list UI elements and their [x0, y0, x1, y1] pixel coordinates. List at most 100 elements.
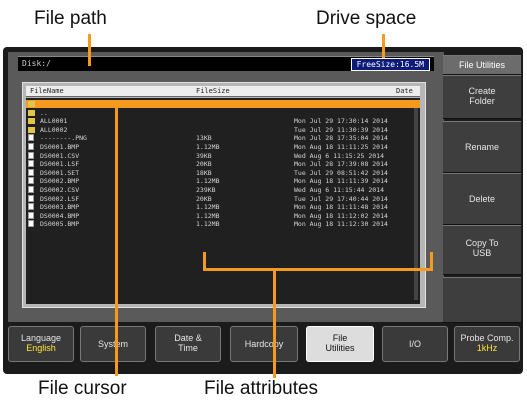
- file-date: Tue Jul 29 11:30:39 2014: [294, 125, 388, 134]
- file-row[interactable]: ..: [26, 109, 420, 117]
- file-icon: [28, 134, 34, 142]
- file-list-panel: FileName FileSize Date .. ALL0001 Mon Jul …: [22, 82, 426, 308]
- file-name: DS0002.LSF: [40, 194, 80, 203]
- bottom-menu: Language English System Date & Time Hard…: [8, 326, 520, 364]
- copy-to-usb-button[interactable]: Copy To USB: [443, 225, 521, 275]
- folder-icon: [28, 101, 35, 107]
- file-name: DS0002.CSV: [40, 186, 80, 194]
- file-icon: [28, 151, 34, 159]
- file-cursor-callout: File cursor: [38, 378, 127, 399]
- io-button[interactable]: I/O: [382, 326, 448, 362]
- file-icon: [28, 211, 34, 219]
- file-name: DS0004.BMP: [40, 211, 80, 220]
- file-path-leader: [88, 34, 91, 66]
- file-name: ..: [40, 108, 48, 117]
- file-row[interactable]: DS0001.BMP 1.12MB Mon Aug 18 11:11:25 2014: [26, 143, 420, 151]
- folder-icon: [28, 126, 35, 133]
- file-path-text: Disk:/: [22, 59, 51, 68]
- delete-button[interactable]: Delete: [443, 173, 521, 225]
- file-name: DS0001.LSF: [40, 160, 80, 169]
- file-name: DS0001.CSV: [40, 151, 80, 160]
- file-size: 1.12MB: [196, 143, 220, 151]
- file-row[interactable]: DS0001.LSF 20KB Mon Jul 28 17:39:08 2014: [26, 160, 420, 168]
- file-row[interactable]: DS0003.BMP 1.12MB Mon Aug 18 11:11:48 2014: [26, 203, 420, 211]
- file-size: 1.12MB: [196, 220, 220, 229]
- date-time-label-1: Date &: [174, 333, 202, 343]
- file-browser-screen: Disk:/ FreeSize:16.5M FileName FileSize …: [8, 52, 446, 358]
- hardcopy-label: Hardcopy: [244, 339, 284, 349]
- free-size-badge: FreeSize:16.5M: [350, 58, 430, 71]
- language-button[interactable]: Language English: [8, 326, 74, 362]
- file-path-callout: File path: [34, 8, 107, 29]
- file-date: Tue Jul 29 17:40:44 2014: [294, 194, 388, 203]
- delete-label: Delete: [468, 194, 495, 204]
- file-name: DS0001.SET: [40, 168, 80, 177]
- file-icon: [28, 160, 34, 168]
- file-size: 20KB: [196, 194, 212, 203]
- file-row[interactable]: DS0005.BMP 1.12MB Mon Aug 18 11:12:30 2014: [26, 220, 420, 228]
- file-attributes-bracket-bottom: [203, 268, 433, 271]
- file-date: Mon Aug 18 11:12:30 2014: [294, 220, 388, 229]
- rename-button[interactable]: Rename: [443, 121, 521, 173]
- file-icon: [28, 194, 34, 202]
- file-utilities-label-1: File: [332, 333, 348, 343]
- header-filename: FileName: [30, 87, 64, 95]
- copy-to-usb-label-2: USB: [472, 248, 492, 258]
- file-name: DS0001.BMP: [40, 143, 80, 151]
- date-time-label-2: Time: [178, 343, 198, 353]
- file-date: Wed Aug 6 11:15:25 2014: [294, 151, 385, 160]
- file-row[interactable]: DS0004.BMP 1.12MB Mon Aug 18 11:12:02 2014: [26, 211, 420, 220]
- file-list-header: FileName FileSize Date: [26, 86, 420, 97]
- path-bar: Disk:/ FreeSize:16.5M: [18, 56, 434, 71]
- file-size: 20KB: [196, 160, 212, 169]
- folder-icon: [28, 118, 35, 125]
- file-date: Mon Aug 18 11:11:48 2014: [294, 203, 388, 212]
- file-date: Tue Jul 29 08:51:42 2014: [294, 168, 388, 177]
- file-row[interactable]: ALL0002 Tue Jul 29 11:30:39 2014: [26, 126, 420, 134]
- file-icon: [28, 177, 34, 185]
- file-size: 13KB: [196, 134, 212, 143]
- date-time-button[interactable]: Date & Time: [155, 326, 221, 362]
- file-row[interactable]: ALL0001 Mon Jul 29 17:30:14 2014: [26, 117, 420, 125]
- file-row[interactable]: DS0002.LSF 20KB Tue Jul 29 17:40:44 2014: [26, 194, 420, 203]
- file-utilities-tab[interactable]: File Utilities: [306, 326, 374, 362]
- probe-comp-value: 1kHz: [476, 343, 498, 353]
- language-label: Language: [20, 333, 62, 343]
- file-date: Mon Aug 18 11:12:02 2014: [294, 211, 388, 220]
- drive-space-callout: Drive space: [316, 8, 417, 29]
- file-name: DS0002.BMP: [40, 177, 80, 186]
- file-row[interactable]: [26, 100, 420, 108]
- side-menu-title: File Utilities: [443, 55, 521, 75]
- hardcopy-button[interactable]: Hardcopy: [230, 326, 298, 362]
- language-value: English: [26, 343, 56, 353]
- file-attributes-leader: [273, 270, 276, 378]
- file-row[interactable]: DS0002.BMP 1.12MB Mon Aug 18 11:11:39 2014: [26, 177, 420, 185]
- probe-comp-button[interactable]: Probe Comp. 1kHz: [454, 326, 520, 362]
- drive-space-leader: [382, 34, 385, 58]
- file-size: 1.12MB: [196, 177, 220, 186]
- create-folder-button[interactable]: Create Folder: [443, 75, 521, 119]
- file-icon: [28, 168, 34, 176]
- file-utilities-label-2: Utilities: [325, 343, 355, 353]
- system-label: System: [97, 339, 128, 349]
- side-empty-slot: [443, 277, 521, 323]
- folder-icon: [28, 109, 35, 116]
- system-button[interactable]: System: [80, 326, 146, 362]
- probe-comp-label: Probe Comp.: [460, 333, 514, 343]
- file-row[interactable]: --------.PNG 13KB Mon Jul 28 17:35:04 2014: [26, 134, 420, 142]
- io-label: I/O: [408, 339, 421, 349]
- file-date: Mon Jul 28 17:35:04 2014: [294, 134, 388, 143]
- file-cursor-leader: [115, 104, 118, 376]
- file-size: 1.12MB: [196, 203, 220, 212]
- header-date: Date: [396, 87, 413, 95]
- file-name: ALL0001: [40, 117, 68, 126]
- file-row[interactable]: DS0002.CSV 239KB Wed Aug 6 11:15:44 2014: [26, 186, 420, 194]
- file-row[interactable]: DS0001.SET 18KB Tue Jul 29 08:51:42 2014: [26, 168, 420, 177]
- file-size: 239KB: [196, 186, 216, 194]
- file-list[interactable]: .. ALL0001 Mon Jul 29 17:30:14 2014 ALL0002…: [26, 98, 420, 304]
- file-size: 39KB: [196, 151, 212, 160]
- file-date: Mon Aug 18 11:11:39 2014: [294, 177, 388, 186]
- file-attributes-callout: File attributes: [204, 378, 319, 399]
- header-filesize: FileSize: [196, 87, 230, 95]
- file-row[interactable]: DS0001.CSV 39KB Wed Aug 6 11:15:25 2014: [26, 151, 420, 160]
